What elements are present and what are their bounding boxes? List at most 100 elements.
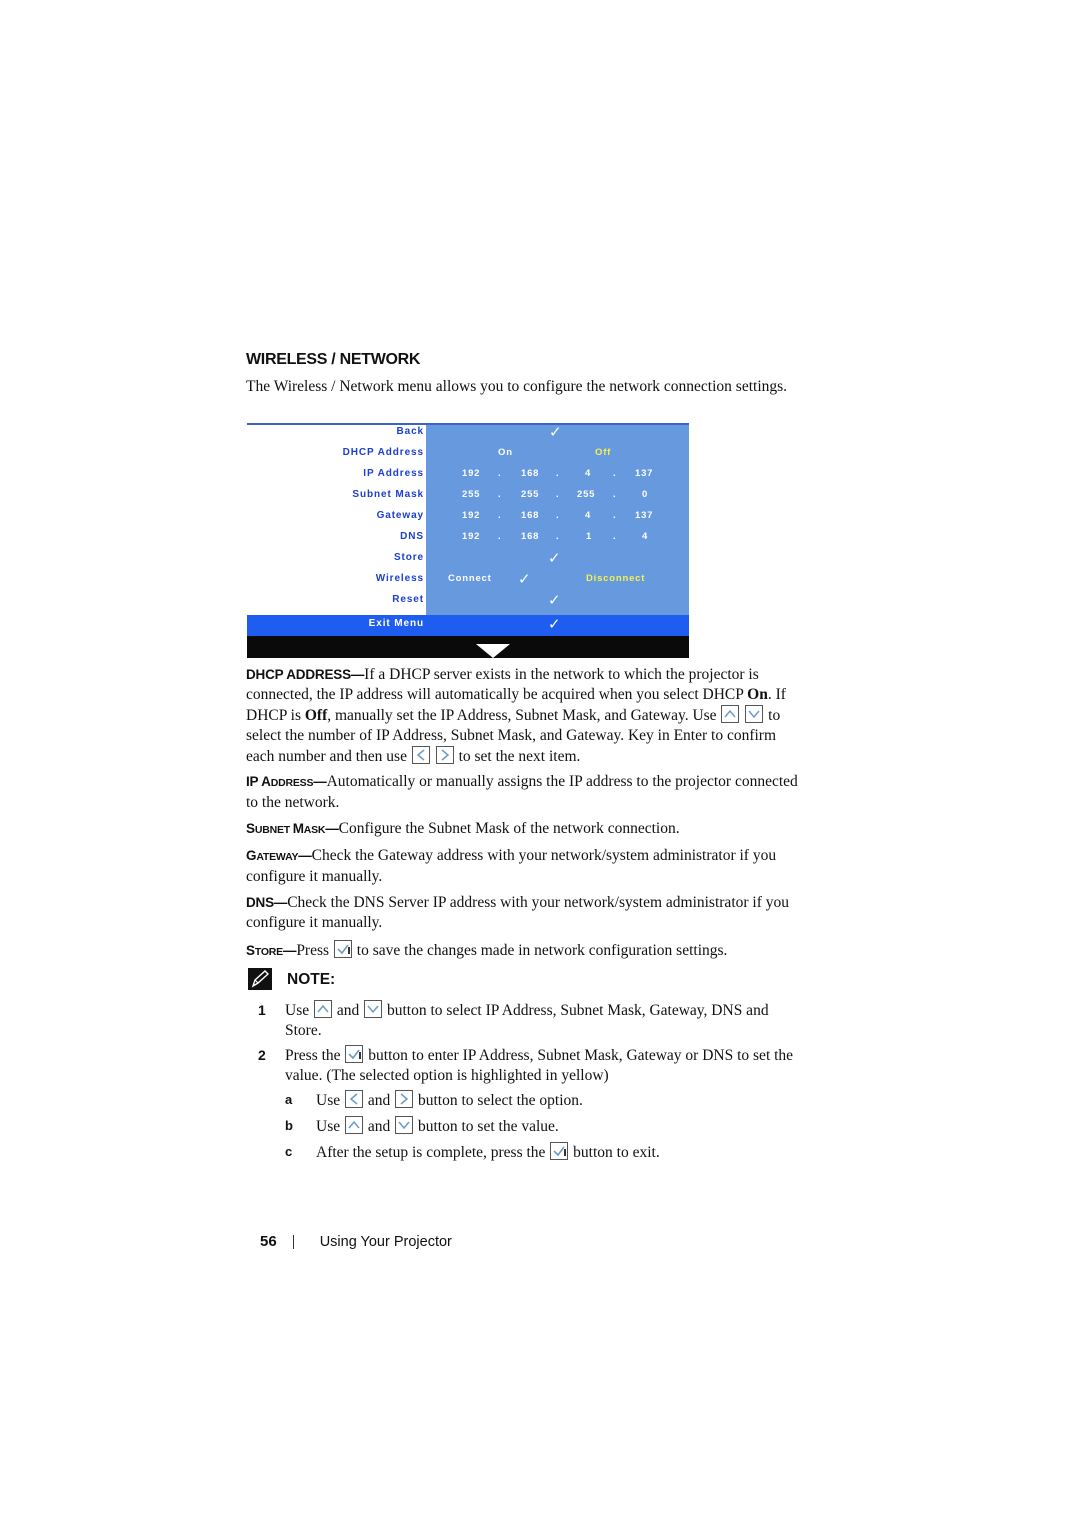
menu-label: Subnet Mask — [352, 489, 424, 500]
text: Check the DNS Server IP address with you… — [246, 894, 790, 931]
text: button to exit. — [569, 1144, 660, 1161]
text: Check the Gateway address with your netw… — [246, 847, 777, 885]
subitem-text: After the setup is complete, press the b… — [316, 1142, 796, 1163]
menu-row-gateway[interactable]: Gateway 192 . 168 . 4 . 137 — [247, 507, 689, 528]
gateway-description: GATEWAY—Check the Gateway address with y… — [246, 846, 802, 887]
octet-3[interactable]: 255 — [577, 489, 595, 500]
text: Press the — [285, 1047, 345, 1064]
text: Automatically or manually assigns the IP… — [246, 773, 798, 811]
octet-dot: . — [498, 510, 502, 521]
menu-row-ip-address[interactable]: IP Address 192 . 168 . 4 . 137 — [247, 465, 689, 486]
menu-row-subnet-mask[interactable]: Subnet Mask 255 . 255 . 255 . 0 — [247, 486, 689, 507]
subnet-mask-description: SUBNET MASK—Configure the Subnet Mask of… — [246, 819, 802, 840]
dns-description: DNS—Check the DNS Server IP address with… — [246, 893, 802, 933]
octet-1[interactable]: 255 — [462, 489, 480, 500]
option-on[interactable]: On — [498, 447, 513, 458]
term-part: G — [246, 848, 257, 863]
octet-2[interactable]: 168 — [521, 510, 539, 521]
term-label: DNS— — [246, 895, 288, 910]
term-part: S — [246, 943, 255, 958]
menu-label: Store — [393, 552, 424, 563]
down-arrow-key-icon — [395, 1116, 414, 1134]
text: to set the next item. — [454, 748, 581, 765]
enter-key-icon — [333, 940, 352, 958]
down-arrow-key-icon — [745, 705, 764, 723]
octet-4[interactable]: 137 — [635, 510, 653, 521]
octet-dot: . — [613, 468, 617, 479]
octet-3[interactable]: 4 — [585, 510, 591, 521]
term-part: — — [325, 821, 339, 836]
ip-address-description: IP ADDRESS—Automatically or manually ass… — [246, 772, 802, 813]
text: After the setup is complete, press the — [316, 1144, 550, 1161]
menu-label: Back — [396, 426, 424, 437]
item-text: Press the button to enter IP Address, Su… — [285, 1045, 800, 1086]
octet-dot: . — [613, 489, 617, 500]
note-pencil-icon — [248, 968, 272, 990]
option-off-selected[interactable]: Off — [595, 447, 611, 458]
subitem-letter: a — [285, 1092, 293, 1107]
up-arrow-key-icon — [313, 1000, 332, 1018]
text: Use — [316, 1092, 344, 1109]
page-footer: 56 Using Your Projector — [260, 1233, 452, 1250]
menu-row-reset[interactable]: Reset ✓ — [247, 591, 689, 612]
term-part: — — [283, 943, 297, 958]
menu-row-dhcp-address[interactable]: DHCP Address On Off — [247, 444, 689, 465]
enter-key-icon — [550, 1142, 569, 1160]
option-disconnect-selected[interactable]: Disconnect — [586, 573, 645, 584]
octet-4[interactable]: 4 — [642, 531, 648, 542]
octet-dot: . — [556, 489, 560, 500]
term-part: IP A — [246, 774, 271, 789]
term-label: SUBNET MASK— — [246, 821, 339, 836]
term-part: — — [313, 774, 327, 789]
menu-row-back[interactable]: Back ✓ — [247, 423, 689, 444]
octet-4[interactable]: 0 — [642, 489, 648, 500]
octet-dot: . — [556, 531, 560, 542]
emphasis-on: On — [747, 686, 768, 703]
menu-footer-bar — [247, 636, 689, 658]
octet-3[interactable]: 1 — [586, 531, 592, 542]
octet-2[interactable]: 255 — [521, 489, 539, 500]
octet-1[interactable]: 192 — [462, 468, 480, 479]
text: , manually set the IP Address, Subnet Ma… — [327, 707, 721, 724]
section-title: WIRELESS / NETWORK — [246, 351, 421, 368]
octet-dot: . — [498, 531, 502, 542]
menu-row-dns[interactable]: DNS 192 . 168 . 1 . 4 — [247, 528, 689, 549]
octet-dot: . — [613, 531, 617, 542]
octet-dot: . — [498, 489, 502, 500]
octet-2[interactable]: 168 — [521, 468, 539, 479]
text: and — [363, 1118, 395, 1135]
octet-4[interactable]: 137 — [635, 468, 653, 479]
menu-label: Gateway — [376, 510, 424, 521]
octet-1[interactable]: 192 — [462, 510, 480, 521]
menu-row-wireless[interactable]: Wireless Connect ✓ Disconnect — [247, 570, 689, 591]
term-label: GATEWAY— — [246, 848, 312, 863]
menu-row-exit-menu[interactable]: Exit Menu ✓ — [247, 615, 689, 636]
note-label: NOTE: — [287, 971, 336, 988]
osd-wireless-network-menu: Back ✓ DHCP Address On Off IP Address 19… — [247, 423, 689, 658]
term-label: STORE— — [246, 943, 297, 958]
term-label: DHCP ADDRESS— — [246, 667, 365, 682]
check-icon: ✓ — [518, 570, 531, 588]
up-arrow-key-icon — [721, 705, 740, 723]
menu-row-store[interactable]: Store ✓ — [247, 549, 689, 570]
menu-label: IP Address — [363, 468, 424, 479]
enter-key-icon — [345, 1045, 364, 1063]
option-connect[interactable]: Connect — [448, 573, 492, 584]
subitem-letter: b — [285, 1118, 293, 1133]
text: to save the changes made in network conf… — [352, 942, 728, 959]
text: and — [332, 1002, 364, 1019]
scroll-down-arrow-icon[interactable] — [476, 644, 510, 658]
up-arrow-key-icon — [344, 1116, 363, 1134]
store-description: STORE—Press to save the changes made in … — [246, 940, 802, 962]
text: Use — [316, 1118, 344, 1135]
term-label: IP ADDRESS— — [246, 774, 327, 789]
text: Press — [296, 942, 333, 959]
term-part: ATEWAY — [256, 851, 299, 863]
right-arrow-key-icon — [435, 746, 454, 764]
menu-label: DHCP Address — [342, 447, 424, 458]
text: button to select the option. — [414, 1092, 583, 1109]
octet-2[interactable]: 168 — [521, 531, 539, 542]
octet-1[interactable]: 192 — [462, 531, 480, 542]
octet-3[interactable]: 4 — [585, 468, 591, 479]
term-part: S — [246, 821, 255, 836]
